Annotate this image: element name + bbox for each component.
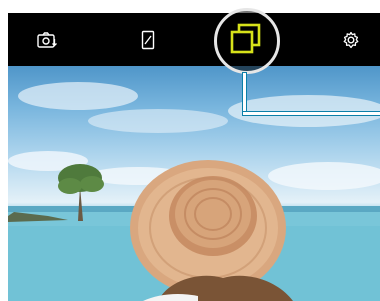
camera-switch-icon <box>37 31 57 48</box>
switch-camera-button[interactable] <box>27 13 67 66</box>
multi-window-icon <box>230 23 261 54</box>
gear-icon <box>343 31 359 48</box>
callout-connector-vertical <box>243 73 246 115</box>
aspect-ratio-button[interactable] <box>128 13 168 66</box>
camera-toolbar <box>8 13 380 66</box>
aspect-ratio-icon <box>141 30 155 49</box>
photo-preview <box>8 66 380 301</box>
settings-button[interactable] <box>331 13 371 66</box>
callout-connector-horizontal <box>243 112 380 115</box>
preview-scene <box>8 82 380 301</box>
camera-screen <box>8 13 380 301</box>
multi-window-highlight[interactable] <box>214 8 280 74</box>
